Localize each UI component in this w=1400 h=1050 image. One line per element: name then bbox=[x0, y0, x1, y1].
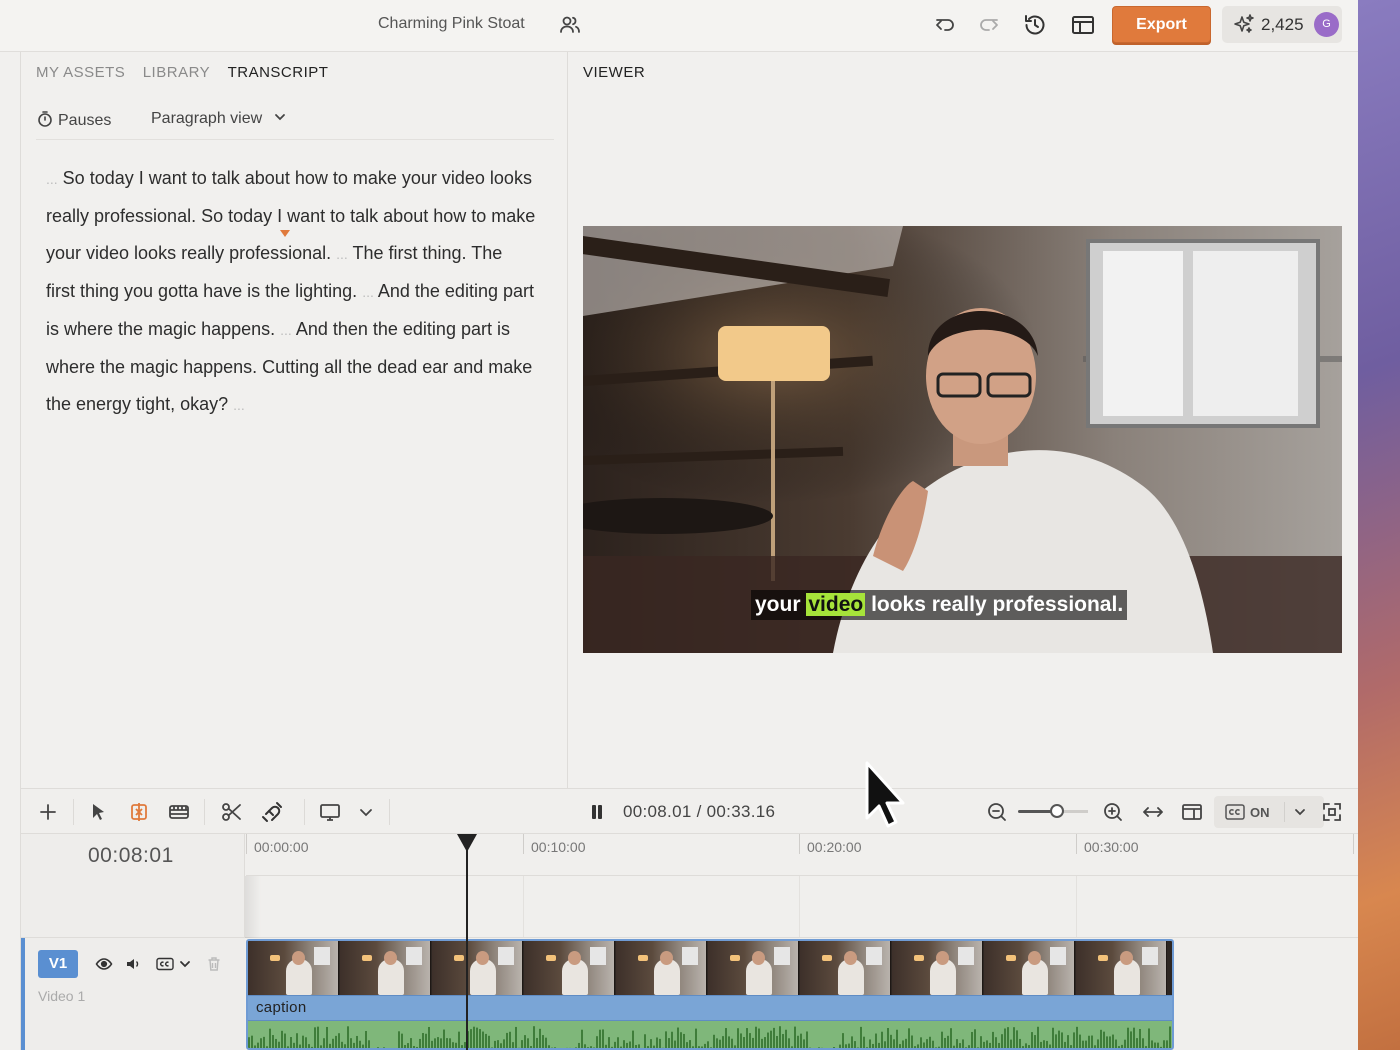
track-name: Video 1 bbox=[38, 988, 86, 1004]
view-mode-dropdown[interactable]: Paragraph view bbox=[151, 110, 287, 128]
caption-highlighted-word: video bbox=[806, 593, 866, 616]
fullscreen-icon[interactable] bbox=[1320, 800, 1344, 824]
chevron-down-icon bbox=[273, 110, 287, 124]
track-badge[interactable]: V1 bbox=[38, 950, 78, 978]
credits-badge[interactable]: 2,425 G bbox=[1222, 6, 1342, 43]
ruler-label: 00:00:00 bbox=[254, 839, 309, 855]
project-title[interactable]: Charming Pink Stoat bbox=[378, 15, 525, 33]
transcript-text[interactable]: ... So today I want to talk about how to… bbox=[46, 160, 536, 424]
viewer-title: VIEWER bbox=[583, 64, 646, 81]
chevron-down-icon[interactable] bbox=[176, 955, 194, 973]
toolbar-divider bbox=[204, 799, 205, 825]
video-caption-overlay: your video looks really professional. bbox=[751, 590, 1128, 620]
stopwatch-icon bbox=[36, 110, 54, 128]
playhead-handle[interactable] bbox=[457, 834, 477, 852]
user-avatar[interactable]: G bbox=[1314, 12, 1339, 37]
closed-captions-icon bbox=[1225, 803, 1245, 821]
timeline: 00:08:01 00:00:00 00:10:00 00:20:00 00:3… bbox=[20, 834, 1358, 1050]
time-ruler[interactable]: 00:00:00 00:10:00 00:20:00 00:30:00 bbox=[246, 834, 1358, 876]
transcript-toolbar: Pauses Paragraph view bbox=[36, 110, 554, 140]
toolbar-divider bbox=[1284, 802, 1285, 822]
mouse-pointer-icon bbox=[862, 760, 908, 832]
current-time: 00:08.01 bbox=[623, 802, 692, 821]
redo-icon[interactable] bbox=[975, 12, 1001, 38]
chevron-down-icon[interactable] bbox=[1292, 804, 1308, 820]
captions-toggle[interactable]: ON bbox=[1214, 796, 1324, 828]
layout-icon[interactable] bbox=[1070, 12, 1096, 38]
add-media-icon[interactable] bbox=[36, 800, 60, 824]
tab-transcript[interactable]: TRANSCRIPT bbox=[228, 64, 329, 81]
zoom-in-icon[interactable] bbox=[1101, 800, 1125, 824]
trash-icon[interactable] bbox=[205, 955, 223, 973]
toolbar-divider bbox=[304, 799, 305, 825]
app-window: Charming Pink Stoat Export 2,425 G MY AS… bbox=[0, 0, 1358, 1050]
video-preview[interactable]: your video looks really professional. bbox=[583, 226, 1342, 653]
view-mode-label: Paragraph view bbox=[151, 110, 263, 127]
pauses-label: Pauses bbox=[58, 112, 112, 129]
pause-marker[interactable]: ... bbox=[362, 284, 374, 300]
speaker-icon[interactable] bbox=[124, 955, 142, 973]
playback-timecode: 00:08.01 / 00:33.16 bbox=[623, 802, 775, 822]
top-bar: Charming Pink Stoat Export 2,425 G bbox=[0, 0, 1358, 52]
video-track-header: V1 Video 1 bbox=[21, 938, 245, 1050]
history-icon[interactable] bbox=[1022, 12, 1048, 38]
ruler-label: 00:20:00 bbox=[807, 839, 862, 855]
film-strip-icon[interactable] bbox=[167, 800, 191, 824]
captions-state: ON bbox=[1250, 805, 1270, 820]
pause-marker[interactable]: ... bbox=[46, 171, 58, 187]
magnet-snap-icon[interactable] bbox=[260, 800, 284, 824]
pause-marker[interactable]: ... bbox=[336, 246, 348, 262]
time-separator: / bbox=[696, 802, 702, 821]
caption-word: your bbox=[755, 593, 801, 616]
total-time: 00:33.16 bbox=[706, 802, 776, 821]
clip-thumbnails bbox=[248, 941, 1172, 995]
desktop-wallpaper bbox=[1358, 0, 1400, 1050]
select-tool-icon[interactable] bbox=[86, 800, 110, 824]
toolbar-divider bbox=[73, 799, 74, 825]
timeline-toolbar: 00:08.01 / 00:33.16 ON bbox=[20, 788, 1358, 834]
chevron-down-icon[interactable] bbox=[354, 800, 378, 824]
caption-word: looks really professional. bbox=[871, 593, 1124, 616]
pause-icon[interactable] bbox=[585, 800, 609, 824]
panel-tabs: MY ASSETS LIBRARY TRANSCRIPT bbox=[36, 64, 341, 84]
playback-position-marker bbox=[280, 230, 290, 237]
tab-library[interactable]: LIBRARY bbox=[143, 64, 210, 81]
video-clip[interactable]: caption bbox=[246, 939, 1174, 1050]
ripple-tool-icon[interactable] bbox=[127, 800, 151, 824]
assets-panel: MY ASSETS LIBRARY TRANSCRIPT Pauses Para… bbox=[20, 52, 568, 788]
credits-count: 2,425 bbox=[1261, 15, 1304, 34]
pause-marker[interactable]: ... bbox=[280, 322, 292, 338]
pauses-button[interactable]: Pauses bbox=[36, 110, 111, 130]
caption-track[interactable]: caption bbox=[248, 995, 1172, 1021]
ruler-label: 00:10:00 bbox=[531, 839, 586, 855]
collaborators-icon[interactable] bbox=[558, 13, 582, 37]
tab-my-assets[interactable]: MY ASSETS bbox=[36, 64, 125, 81]
undo-icon[interactable] bbox=[933, 12, 959, 38]
viewer-panel: VIEWER your video looks really professio… bbox=[568, 52, 1358, 788]
zoom-slider-handle[interactable] bbox=[1050, 804, 1064, 818]
pause-marker[interactable]: ... bbox=[233, 397, 245, 413]
playhead[interactable] bbox=[466, 848, 468, 1050]
export-button[interactable]: Export bbox=[1112, 6, 1211, 43]
toolbar-divider bbox=[389, 799, 390, 825]
monitor-icon[interactable] bbox=[318, 800, 342, 824]
eye-icon[interactable] bbox=[95, 955, 113, 973]
audio-waveform[interactable] bbox=[248, 1021, 1172, 1048]
ruler-label: 00:30:00 bbox=[1084, 839, 1139, 855]
closed-captions-icon[interactable] bbox=[156, 955, 174, 973]
fit-width-icon[interactable] bbox=[1141, 800, 1165, 824]
panel-layout-icon[interactable] bbox=[1180, 800, 1204, 824]
scissors-icon[interactable] bbox=[220, 800, 244, 824]
zoom-out-icon[interactable] bbox=[985, 800, 1009, 824]
caption-track-label: caption bbox=[256, 999, 307, 1016]
sparkle-icon bbox=[1232, 13, 1256, 37]
timeline-current-timecode: 00:08:01 bbox=[88, 844, 174, 867]
